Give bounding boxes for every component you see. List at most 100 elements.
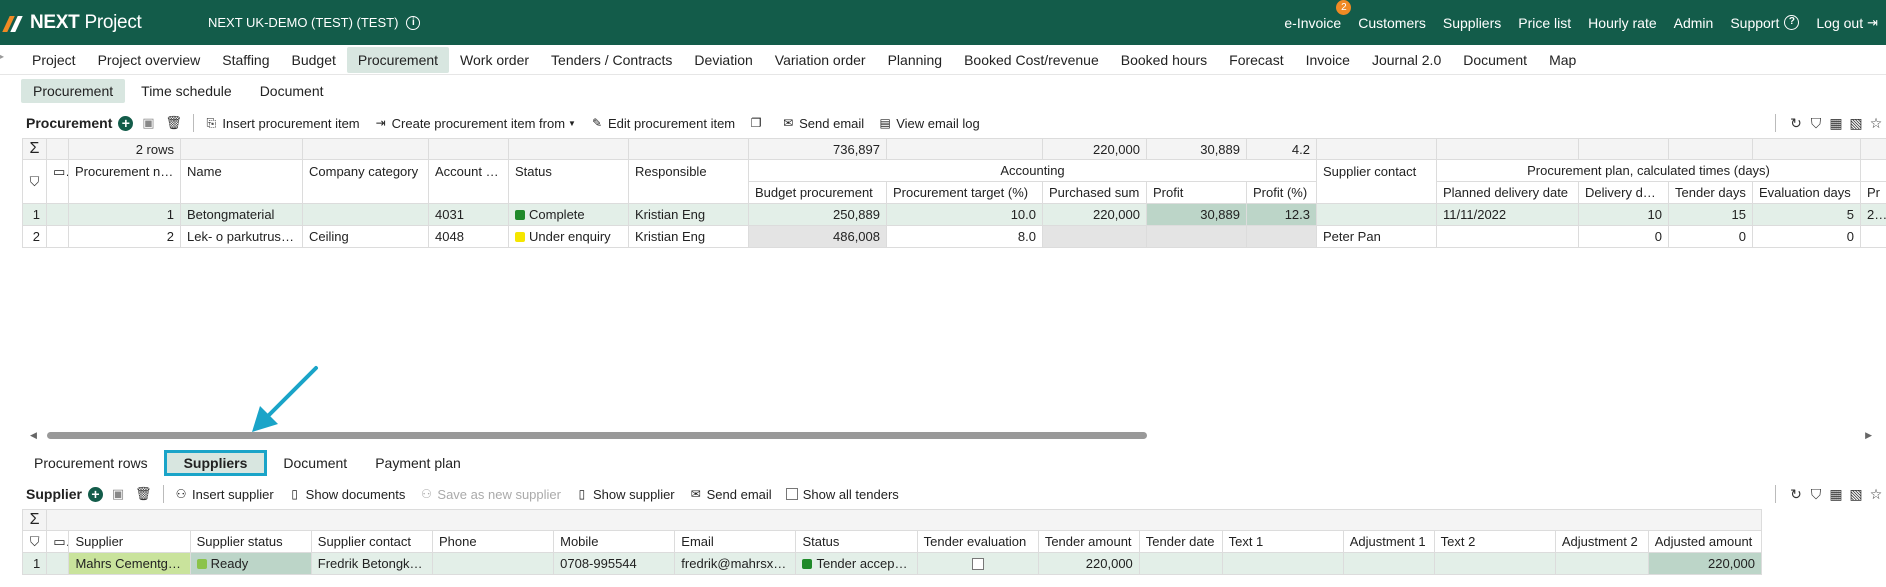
insert-supplier-button[interactable]: ⚇ Insert supplier xyxy=(174,487,274,502)
col-evaluation-days[interactable]: Evaluation days xyxy=(1752,181,1861,204)
col-mobile[interactable]: Mobile xyxy=(553,530,676,553)
sum-icon[interactable]: Σ xyxy=(21,509,48,531)
send-email-button[interactable]: ✉ Send email xyxy=(781,116,864,131)
col-profit-pct[interactable]: Profit (%) xyxy=(1246,181,1317,204)
col-adjusted-amount[interactable]: Adjusted amount xyxy=(1647,530,1763,553)
tab-suppliers[interactable]: Suppliers xyxy=(163,450,268,476)
col-company-category[interactable]: Company category xyxy=(302,159,429,204)
col-tender-evaluation[interactable]: Tender evaluation xyxy=(916,530,1039,553)
tab-tenders-contracts[interactable]: Tenders / Contracts xyxy=(540,47,683,73)
view-email-log-button[interactable]: ▤ View email log xyxy=(878,116,980,131)
tab-procurement[interactable]: Procurement xyxy=(346,46,450,73)
filter-icon[interactable]: ⛉ xyxy=(1806,115,1826,132)
save-icon[interactable]: ▣ xyxy=(141,116,155,130)
tab-work-order[interactable]: Work order xyxy=(449,47,540,73)
col-purchased-sum[interactable]: Purchased sum xyxy=(1042,181,1147,204)
note-icon[interactable]: ▭ xyxy=(46,530,70,553)
col-supplier-contact[interactable]: Supplier contact xyxy=(310,530,433,553)
col-text-2[interactable]: Text 2 xyxy=(1433,530,1556,553)
col-status[interactable]: Status xyxy=(795,530,918,553)
tab-planning[interactable]: Planning xyxy=(877,47,954,73)
save-icon[interactable]: ▣ xyxy=(111,487,125,501)
layout-icon[interactable]: ▦ xyxy=(1826,486,1846,503)
show-documents-button[interactable]: ▯ Show documents xyxy=(288,487,405,502)
col-supplier-contact[interactable]: Supplier contact xyxy=(1316,159,1437,204)
insert-procurement-item-button[interactable]: ⎘ Insert procurement item xyxy=(204,116,360,131)
nav-price-list[interactable]: Price list xyxy=(1518,15,1571,31)
edit-procurement-item-button[interactable]: ✎ Edit procurement item xyxy=(590,116,735,131)
sum-icon[interactable]: Σ xyxy=(22,138,47,160)
copy-button[interactable]: ❐ xyxy=(749,116,767,130)
save-as-new-supplier-button[interactable]: ⚇ Save as new supplier xyxy=(419,487,561,502)
tab-bottom-document[interactable]: Document xyxy=(271,451,359,475)
scroll-left-icon[interactable]: ◀ xyxy=(30,430,37,441)
tab-deviation[interactable]: Deviation xyxy=(683,47,763,73)
col-tender-amount[interactable]: Tender amount xyxy=(1037,530,1140,553)
tab-project-overview[interactable]: Project overview xyxy=(87,47,212,73)
app-logo[interactable]: NEXT Project xyxy=(4,12,200,34)
col-tender-days[interactable]: Tender days xyxy=(1668,181,1753,204)
table-row[interactable]: 1 Mahrs Cementgjuteri Ready Fredrik Beto… xyxy=(21,552,1763,575)
tab-staffing[interactable]: Staffing xyxy=(211,47,280,73)
table-row[interactable]: 2 2 Lek- o parkutrustning Ceiling 4048 U… xyxy=(22,225,1886,248)
col-email[interactable]: Email xyxy=(674,530,797,553)
column-filter-icon[interactable]: ⛉ xyxy=(21,530,48,553)
nav-hourly-rate[interactable]: Hourly rate xyxy=(1588,15,1656,31)
tab-document[interactable]: Document xyxy=(1452,47,1538,73)
refresh-icon[interactable]: ↻ xyxy=(1786,486,1806,503)
col-account-no[interactable]: Account No xyxy=(428,159,509,204)
export-icon[interactable]: ▧ xyxy=(1846,486,1866,503)
table-row[interactable]: 1 1 Betongmaterial 4031 Complete Kristia… xyxy=(22,203,1886,226)
nav-support[interactable]: Support? xyxy=(1730,15,1800,31)
nav-suppliers[interactable]: Suppliers xyxy=(1443,15,1501,31)
col-name[interactable]: Name xyxy=(180,159,303,204)
tab-project[interactable]: Project xyxy=(21,47,87,73)
nav-e-invoice[interactable]: e-Invoice 2 xyxy=(1284,0,1352,31)
delete-icon[interactable]: 🗑 xyxy=(135,487,152,501)
create-procurement-item-from-button[interactable]: ⇥ Create procurement item from ▼ xyxy=(374,116,576,131)
tender-evaluation-checkbox[interactable] xyxy=(971,558,984,570)
col-responsible[interactable]: Responsible xyxy=(628,159,749,204)
star-icon[interactable]: ☆ xyxy=(1866,486,1886,503)
col-budget-procurement[interactable]: Budget procurement xyxy=(748,181,887,204)
note-icon[interactable]: ▭ xyxy=(46,159,69,204)
tab-procurement-rows[interactable]: Procurement rows xyxy=(22,451,160,475)
tab-invoice[interactable]: Invoice xyxy=(1295,47,1361,73)
col-procurement-no[interactable]: Procurement no ▲ xyxy=(68,159,181,204)
tab-journal[interactable]: Journal 2.0 xyxy=(1361,47,1452,73)
col-next[interactable]: Pr xyxy=(1860,181,1886,204)
col-procurement-target[interactable]: Procurement target (%) xyxy=(886,181,1043,204)
col-status[interactable]: Status xyxy=(508,159,629,204)
add-icon[interactable]: + xyxy=(88,486,104,502)
nav-customers[interactable]: Customers xyxy=(1358,15,1426,31)
col-text-1[interactable]: Text 1 xyxy=(1221,530,1344,553)
send-email-button[interactable]: ✉ Send email xyxy=(689,487,772,502)
add-icon[interactable]: + xyxy=(118,115,134,131)
tab-booked-hours[interactable]: Booked hours xyxy=(1110,47,1218,73)
subtab-time-schedule[interactable]: Time schedule xyxy=(129,79,244,103)
subtab-document[interactable]: Document xyxy=(248,79,336,103)
nav-log-out[interactable]: Log out ⇥ xyxy=(1816,15,1878,31)
refresh-icon[interactable]: ↻ xyxy=(1786,115,1806,132)
delete-icon[interactable]: 🗑 xyxy=(165,116,182,130)
col-adjustment-1[interactable]: Adjustment 1 xyxy=(1342,530,1435,553)
col-planned-delivery-date[interactable]: Planned delivery date xyxy=(1436,181,1579,204)
show-all-tenders-checkbox[interactable] xyxy=(785,488,798,500)
subtab-procurement[interactable]: Procurement xyxy=(21,79,126,103)
col-tender-date[interactable]: Tender date xyxy=(1138,530,1223,553)
tab-variation-order[interactable]: Variation order xyxy=(764,47,877,73)
nav-admin[interactable]: Admin xyxy=(1674,15,1714,31)
star-icon[interactable]: ☆ xyxy=(1866,115,1886,132)
tab-budget[interactable]: Budget xyxy=(281,47,347,73)
scroll-right-icon[interactable]: ▶ xyxy=(1865,430,1872,441)
export-icon[interactable]: ▧ xyxy=(1846,115,1866,132)
tab-booked-cost-revenue[interactable]: Booked Cost/revenue xyxy=(953,47,1110,73)
col-delivery-days[interactable]: Delivery days xyxy=(1578,181,1669,204)
tab-map[interactable]: Map xyxy=(1538,47,1587,73)
scroll-thumb[interactable] xyxy=(47,432,1147,439)
col-profit[interactable]: Profit xyxy=(1146,181,1247,204)
col-supplier-status[interactable]: Supplier status xyxy=(189,530,312,553)
col-supplier[interactable]: Supplier xyxy=(68,530,191,553)
column-filter-icon[interactable]: ⛉ xyxy=(22,159,47,204)
tab-forecast[interactable]: Forecast xyxy=(1218,47,1294,73)
